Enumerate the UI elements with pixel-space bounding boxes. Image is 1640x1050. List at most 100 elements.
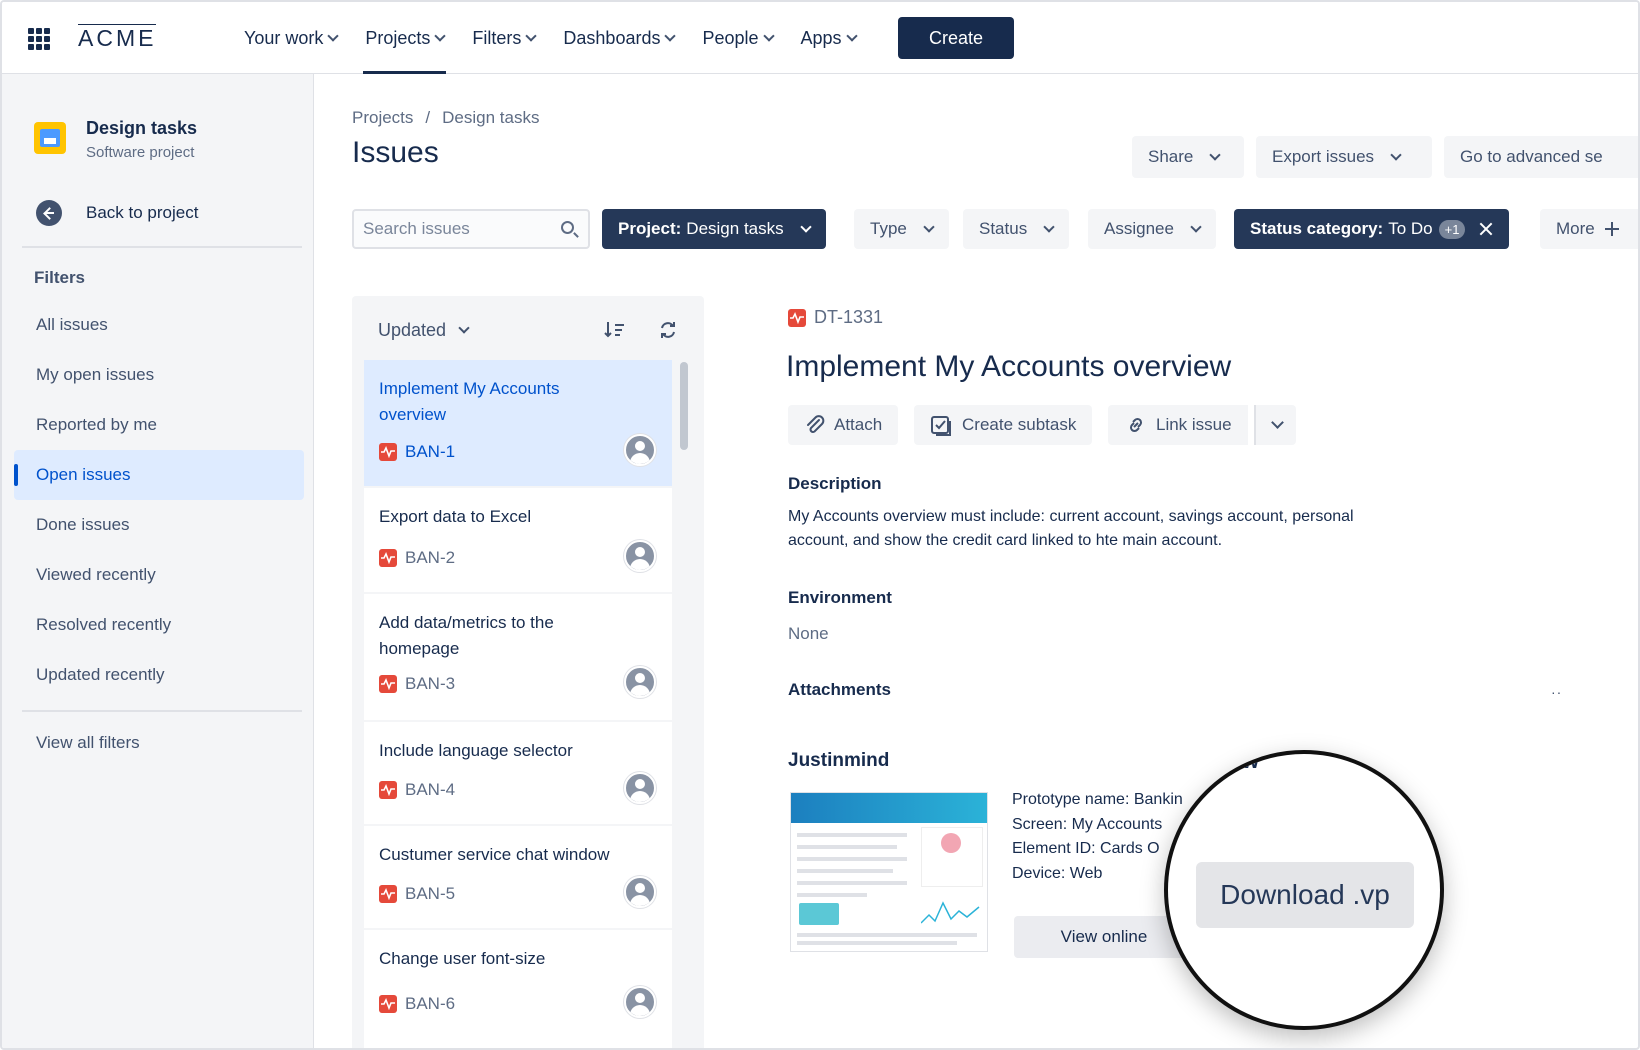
issue-card-ban-4[interactable]: Include language selector BAN-4 bbox=[364, 722, 672, 824]
avatar bbox=[624, 666, 656, 698]
sidebar-item-my-open-issues[interactable]: My open issues bbox=[14, 350, 304, 400]
link-issue-label: Link issue bbox=[1156, 415, 1232, 434]
issue-key-text: BAN-3 bbox=[405, 674, 456, 693]
more-options-icon[interactable]: ·· bbox=[1551, 684, 1562, 700]
export-issues-button[interactable]: Export issues bbox=[1256, 136, 1432, 178]
filters-heading: Filters bbox=[34, 268, 86, 287]
bug-icon bbox=[379, 781, 397, 799]
back-to-project-link[interactable]: Back to project bbox=[36, 200, 198, 226]
issue-key-text: BAN-5 bbox=[405, 884, 456, 903]
chevron-down-icon bbox=[525, 29, 538, 42]
breadcrumb-projects[interactable]: Projects bbox=[352, 108, 413, 128]
sidebar-item-done-issues[interactable]: Done issues bbox=[14, 500, 304, 550]
sidebar: Design tasks Software project Back to pr… bbox=[2, 74, 314, 1048]
avatar bbox=[624, 434, 656, 466]
assignee-filter[interactable]: Assignee bbox=[1088, 209, 1216, 249]
breadcrumb-design-tasks[interactable]: Design tasks bbox=[442, 108, 539, 128]
filter-label: Status bbox=[979, 219, 1028, 238]
divider bbox=[22, 710, 302, 712]
issue-title: Include language selector bbox=[379, 741, 573, 760]
issue-card-ban-1[interactable]: Implement My Accounts overview BAN-1 bbox=[364, 360, 672, 486]
nav-apps[interactable]: Apps bbox=[799, 2, 858, 74]
chevron-down-icon bbox=[845, 29, 858, 42]
create-subtask-button[interactable]: Create subtask bbox=[914, 405, 1093, 445]
download-vp-button[interactable]: Download .vp bbox=[1196, 862, 1414, 928]
subtask-icon bbox=[931, 416, 951, 436]
share-label: Share bbox=[1148, 147, 1194, 166]
magnifier-callout: w Download .vp bbox=[1164, 750, 1444, 1030]
issue-title-heading[interactable]: Implement My Accounts overview bbox=[786, 350, 1231, 384]
advanced-search-button[interactable]: Go to advanced se bbox=[1444, 136, 1638, 178]
project-filter[interactable]: Project: Design tasks bbox=[602, 209, 826, 249]
sidebar-item-all-issues[interactable]: All issues bbox=[14, 300, 304, 350]
prototype-screen: Screen: My Accounts bbox=[1012, 815, 1163, 833]
sidebar-item-viewed-recently[interactable]: Viewed recently bbox=[14, 550, 304, 600]
issue-list: Updated Implement My Accounts overview B… bbox=[352, 296, 704, 1048]
create-button[interactable]: Create bbox=[898, 17, 1014, 59]
issue-key-text: DT-1331 bbox=[814, 307, 884, 327]
nav-dashboards[interactable]: Dashboards bbox=[561, 2, 677, 74]
sidebar-item-reported-by-me[interactable]: Reported by me bbox=[14, 400, 304, 450]
scrollbar[interactable] bbox=[680, 362, 688, 450]
more-actions-dropdown[interactable] bbox=[1254, 405, 1296, 445]
nav-label: Your work bbox=[244, 27, 324, 48]
bug-icon bbox=[379, 995, 397, 1013]
sidebar-item-updated-recently[interactable]: Updated recently bbox=[14, 650, 304, 700]
paperclip-icon bbox=[807, 415, 825, 433]
justinmind-heading: Justinmind bbox=[788, 750, 890, 771]
type-filter[interactable]: Type bbox=[854, 209, 949, 249]
issue-title: Custumer service chat window bbox=[379, 845, 610, 864]
filter-value: To Do bbox=[1388, 219, 1433, 238]
nav-your-work[interactable]: Your work bbox=[242, 2, 340, 74]
prototype-thumbnail[interactable] bbox=[790, 792, 988, 952]
nav-projects[interactable]: Projects bbox=[363, 2, 447, 74]
more-filters-button[interactable]: More bbox=[1540, 209, 1638, 249]
refresh-icon[interactable] bbox=[658, 320, 678, 340]
sidebar-item-open-issues[interactable]: Open issues bbox=[14, 450, 304, 500]
sort-order-icon[interactable] bbox=[604, 320, 626, 340]
arrow-left-icon bbox=[36, 200, 62, 226]
search-field[interactable] bbox=[352, 209, 590, 249]
view-all-filters-link[interactable]: View all filters bbox=[14, 718, 304, 768]
chevron-down-icon bbox=[1190, 220, 1202, 233]
nav-label: Filters bbox=[472, 27, 522, 48]
issue-title: Implement My Accounts overview bbox=[379, 379, 560, 424]
status-filter[interactable]: Status bbox=[963, 209, 1070, 249]
issue-card-ban-5[interactable]: Custumer service chat window BAN-5 bbox=[364, 826, 672, 928]
close-icon[interactable] bbox=[1479, 222, 1493, 236]
share-button[interactable]: Share bbox=[1132, 136, 1244, 178]
description-text[interactable]: My Accounts overview must include: curre… bbox=[788, 505, 1408, 553]
sort-label: Updated bbox=[378, 320, 447, 340]
search-input[interactable] bbox=[354, 211, 544, 247]
prototype-info: Prototype name: Bankin Screen: My Accoun… bbox=[1012, 788, 1183, 886]
detail-issue-key[interactable]: DT-1331 bbox=[788, 307, 883, 328]
issue-card-ban-2[interactable]: Export data to Excel BAN-2 bbox=[364, 488, 672, 592]
status-category-filter[interactable]: Status category: To Do +1 bbox=[1234, 209, 1510, 249]
app-switcher-icon[interactable] bbox=[28, 28, 50, 50]
issue-key-text: BAN-4 bbox=[405, 780, 456, 799]
sidebar-item-resolved-recently[interactable]: Resolved recently bbox=[14, 600, 304, 650]
prototype-name: Prototype name: Bankin bbox=[1012, 791, 1183, 808]
bug-icon bbox=[379, 549, 397, 567]
avatar bbox=[624, 986, 656, 1018]
avatar bbox=[624, 540, 656, 572]
nav-filters[interactable]: Filters bbox=[470, 2, 538, 74]
issue-title: Export data to Excel bbox=[379, 507, 532, 526]
nav-people[interactable]: People bbox=[700, 2, 775, 74]
attach-label: Attach bbox=[834, 415, 883, 434]
bug-icon bbox=[379, 675, 397, 693]
logo[interactable]: ACME bbox=[78, 24, 157, 50]
issue-key: BAN-6 bbox=[379, 994, 455, 1014]
issue-card-ban-3[interactable]: Add data/metrics to the homepage BAN-3 bbox=[364, 594, 672, 720]
issue-key-text: BAN-2 bbox=[405, 548, 456, 567]
description-label: Description bbox=[788, 474, 882, 493]
attach-button[interactable]: Attach bbox=[788, 405, 899, 445]
issue-card-ban-6[interactable]: Change user font-size BAN-6 bbox=[364, 930, 672, 1048]
sort-dropdown[interactable]: Updated bbox=[378, 320, 470, 341]
chevron-down-icon bbox=[1043, 220, 1055, 233]
page-title: Issues bbox=[352, 136, 439, 169]
link-icon bbox=[1129, 417, 1143, 433]
project-type: Software project bbox=[86, 144, 195, 161]
link-issue-button[interactable]: Link issue bbox=[1108, 405, 1248, 445]
environment-value[interactable]: None bbox=[788, 624, 829, 644]
